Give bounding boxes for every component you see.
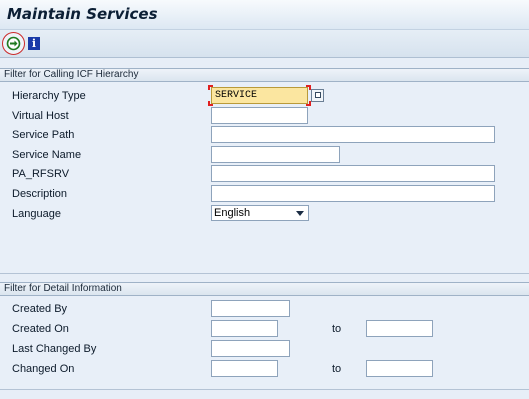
- chevron-down-icon: [296, 211, 304, 216]
- virtual-host-row: Virtual Host: [0, 107, 529, 125]
- language-label: Language: [12, 208, 61, 220]
- focus-corner-bottom-left: [208, 101, 213, 106]
- section-header: Filter for Calling ICF Hierarchy: [0, 68, 529, 82]
- info-button[interactable]: i: [28, 37, 40, 50]
- created-by-label: Created By: [12, 303, 68, 315]
- detail-information-filter-section: Filter for Detail Information Created By…: [0, 282, 529, 390]
- service-path-row: Service Path: [0, 126, 529, 144]
- created-by-row: Created By: [0, 300, 529, 318]
- created-on-from-field[interactable]: [211, 320, 278, 337]
- application-toolbar: i: [0, 30, 529, 58]
- virtual-host-label: Virtual Host: [12, 110, 69, 122]
- pa-rfsrv-label: PA_RFSRV: [12, 168, 70, 180]
- info-icon: i: [31, 37, 37, 50]
- icf-hierarchy-filter-section: Filter for Calling ICF Hierarchy Hierarc…: [0, 68, 529, 274]
- copy-icon: [315, 92, 321, 98]
- changed-on-from-field[interactable]: [211, 360, 278, 377]
- last-changed-by-field[interactable]: [211, 340, 290, 357]
- section-header: Filter for Detail Information: [0, 282, 529, 296]
- language-selected-value: English: [214, 207, 251, 219]
- title-bar: Maintain Services: [0, 0, 529, 30]
- page-title: Maintain Services: [7, 5, 158, 23]
- focus-corner-top-left: [208, 85, 213, 90]
- description-field[interactable]: [211, 185, 495, 202]
- service-name-row: Service Name: [0, 146, 529, 164]
- pa-rfsrv-row: PA_RFSRV: [0, 165, 529, 183]
- description-row: Description: [0, 185, 529, 203]
- last-changed-by-label: Last Changed By: [12, 343, 97, 355]
- created-on-label: Created On: [12, 323, 69, 335]
- changed-on-to-field[interactable]: [366, 360, 433, 377]
- changed-on-row: Changed On to: [0, 360, 529, 378]
- created-on-to-field[interactable]: [366, 320, 433, 337]
- execute-button[interactable]: [2, 32, 25, 55]
- language-row: Language English: [0, 205, 529, 223]
- service-name-field[interactable]: [211, 146, 340, 163]
- last-changed-by-row: Last Changed By: [0, 340, 529, 358]
- hierarchy-type-row: Hierarchy Type SERVICE: [0, 85, 529, 106]
- language-dropdown[interactable]: English: [211, 205, 309, 221]
- virtual-host-field[interactable]: [211, 107, 308, 124]
- possible-values-button[interactable]: [311, 89, 324, 102]
- pa-rfsrv-field[interactable]: [211, 165, 495, 182]
- service-path-field[interactable]: [211, 126, 495, 143]
- created-on-to-label: to: [332, 323, 342, 335]
- description-label: Description: [12, 188, 68, 200]
- changed-on-to-label: to: [332, 363, 342, 375]
- main-content: Filter for Calling ICF Hierarchy Hierarc…: [0, 58, 529, 399]
- hierarchy-type-field[interactable]: SERVICE: [211, 87, 308, 104]
- service-path-label: Service Path: [12, 129, 75, 141]
- hierarchy-type-label: Hierarchy Type: [12, 90, 86, 102]
- execute-icon: [6, 36, 21, 51]
- changed-on-label: Changed On: [12, 363, 75, 375]
- created-on-row: Created On to: [0, 320, 529, 338]
- service-name-label: Service Name: [12, 149, 82, 161]
- created-by-field[interactable]: [211, 300, 290, 317]
